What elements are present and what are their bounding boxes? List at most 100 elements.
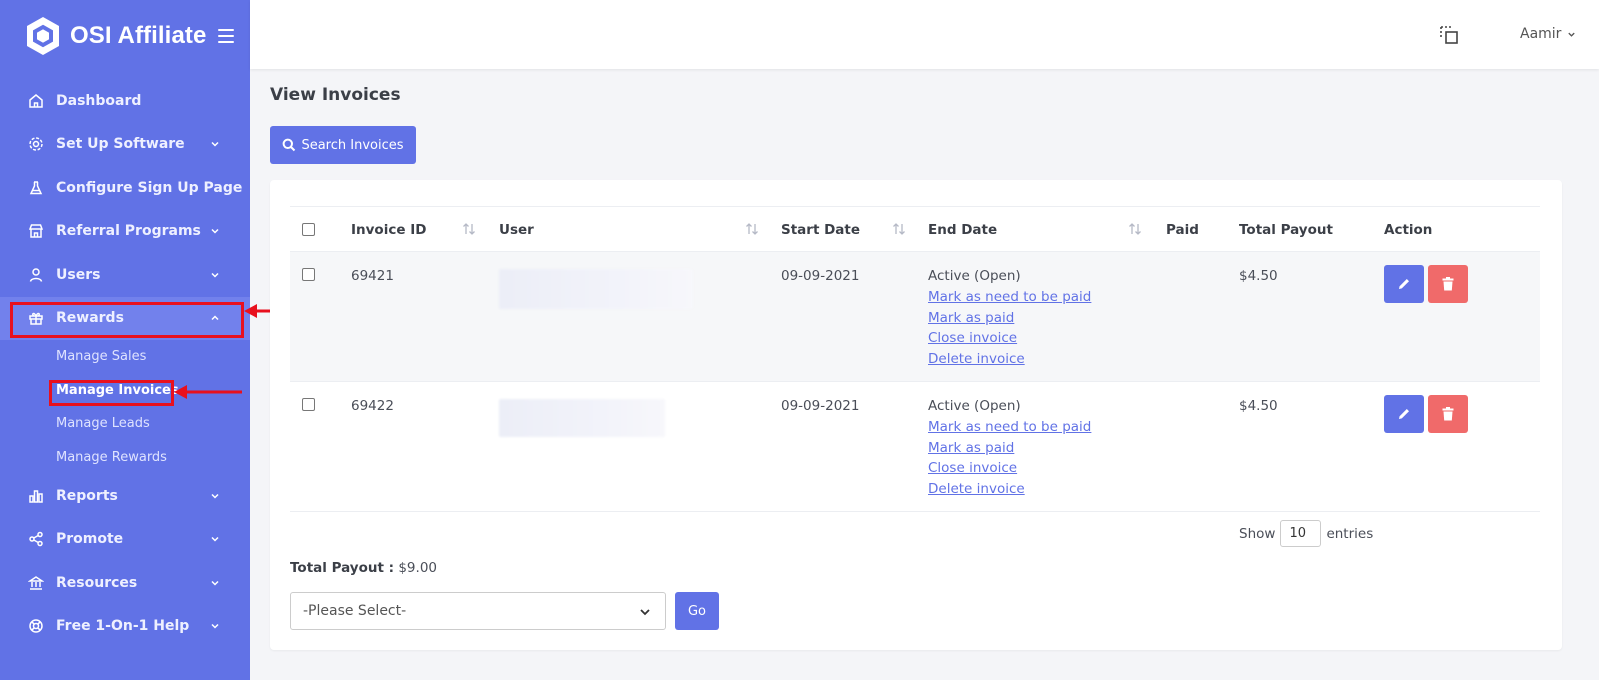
bulk-action-select[interactable]: -Please Select- — [290, 592, 666, 630]
bar-chart-icon — [27, 487, 45, 505]
invoices-card: Invoice ID User Start Date End Date Paid… — [270, 180, 1562, 650]
sidebar-item-resources[interactable]: Resources — [0, 561, 250, 605]
sidebar-item-users[interactable]: Users — [0, 253, 250, 297]
sidebar-subitem-manage-invoices[interactable]: Manage Invoices — [0, 374, 250, 408]
bank-icon — [27, 574, 45, 592]
gift-icon — [27, 309, 45, 327]
home-icon — [27, 92, 45, 110]
chevron-down-icon — [211, 537, 219, 542]
sidebar-item-referral-programs[interactable]: Referral Programs — [0, 210, 250, 254]
search-invoices-label: Search Invoices — [301, 137, 404, 153]
sidebar-subitem-label: Manage Invoices — [56, 382, 179, 398]
sidebar-item-reports[interactable]: Reports — [0, 474, 250, 518]
user-name: Aamir — [1520, 26, 1562, 42]
table-row: 69421 09-09-2021 Active (Open) Mark as n… — [290, 252, 1540, 382]
sidebar-item-label: Free 1-On-1 Help — [56, 618, 190, 635]
sidebar-item-dashboard[interactable]: Dashboard — [0, 79, 250, 123]
total-payout-label: Total Payout : — [290, 560, 395, 576]
table-row: 69422 09-09-2021 Active (Open) Mark as n… — [290, 382, 1540, 512]
chevron-down-icon — [640, 609, 650, 616]
mark-need-paid-link[interactable]: Mark as need to be paid — [928, 287, 1091, 308]
delete-button[interactable] — [1428, 265, 1468, 303]
sidebar-item-free-help[interactable]: Free 1-On-1 Help — [0, 605, 250, 649]
menu-toggle-icon[interactable] — [218, 29, 235, 43]
sidebar: OSI Affiliate Dashboard Set Up Software … — [0, 0, 250, 680]
sidebar-nav: Dashboard Set Up Software Configure Sign… — [0, 79, 250, 648]
sidebar-subitem-manage-rewards[interactable]: Manage Rewards — [0, 441, 250, 475]
user-redacted — [499, 399, 665, 437]
entries-count-input[interactable] — [1280, 520, 1322, 547]
close-invoice-link[interactable]: Close invoice — [928, 328, 1091, 349]
chevron-down-icon — [211, 142, 219, 147]
chevron-down-icon — [1568, 32, 1576, 37]
user-icon — [27, 266, 45, 284]
chevron-up-icon — [211, 315, 219, 321]
sidebar-subitem-manage-leads[interactable]: Manage Leads — [0, 407, 250, 441]
th-start-date[interactable]: Start Date — [781, 222, 860, 238]
page-title: View Invoices — [270, 85, 401, 105]
sidebar-item-label: Rewards — [56, 310, 124, 327]
sidebar-subitem-manage-sales[interactable]: Manage Sales — [0, 340, 250, 374]
select-all-checkbox[interactable] — [302, 223, 315, 236]
sidebar-item-label: Resources — [56, 574, 138, 591]
invoice-id: 69421 — [351, 268, 394, 284]
mark-need-paid-link[interactable]: Mark as need to be paid — [928, 417, 1091, 438]
sidebar-subitem-label: Manage Rewards — [56, 449, 167, 465]
total-payout-summary: Total Payout : $9.00 — [290, 560, 437, 576]
sort-icon[interactable] — [462, 222, 476, 236]
end-date-cell: Active (Open) Mark as need to be paid Ma… — [928, 266, 1091, 370]
show-label: Show — [1239, 525, 1276, 542]
sidebar-item-label: Set Up Software — [56, 136, 185, 153]
th-invoice-id[interactable]: Invoice ID — [351, 222, 426, 238]
close-invoice-link[interactable]: Close invoice — [928, 458, 1091, 479]
user-menu[interactable]: Aamir — [1520, 26, 1576, 42]
sidebar-item-promote[interactable]: Promote — [0, 518, 250, 562]
row-checkbox[interactable] — [302, 268, 315, 281]
sidebar-item-label: Reports — [56, 487, 118, 504]
hexagon-logo-icon — [24, 15, 62, 57]
sidebar-item-setup-software[interactable]: Set Up Software — [0, 123, 250, 167]
sort-icon[interactable] — [892, 222, 906, 236]
sort-icon[interactable] — [1128, 222, 1142, 236]
mark-paid-link[interactable]: Mark as paid — [928, 308, 1091, 329]
chevron-down-icon — [211, 493, 219, 499]
sidebar-subitem-label: Manage Sales — [56, 349, 147, 365]
entries-label: entries — [1326, 525, 1374, 542]
invoice-status: Active (Open) — [928, 268, 1021, 284]
sort-icon[interactable] — [745, 222, 759, 236]
delete-button[interactable] — [1428, 395, 1468, 433]
delete-invoice-link[interactable]: Delete invoice — [928, 479, 1091, 500]
th-end-date[interactable]: End Date — [928, 222, 997, 238]
fullscreen-icon[interactable] — [1438, 24, 1460, 46]
store-icon — [27, 222, 45, 240]
sidebar-item-label: Configure Sign Up Page — [56, 179, 243, 196]
brand-name: OSI Affiliate — [70, 22, 207, 49]
row-checkbox[interactable] — [302, 398, 315, 411]
gear-icon — [27, 135, 45, 153]
user-redacted — [499, 269, 693, 309]
search-invoices-button[interactable]: Search Invoices — [270, 126, 416, 164]
sidebar-item-label: Promote — [56, 531, 124, 548]
total-payout: $4.50 — [1239, 268, 1278, 284]
delete-invoice-link[interactable]: Delete invoice — [928, 349, 1091, 370]
brand[interactable]: OSI Affiliate — [24, 14, 235, 58]
chevron-down-icon — [211, 229, 219, 234]
sidebar-item-rewards[interactable]: Rewards — [0, 296, 250, 340]
th-total-payout: Total Payout — [1239, 222, 1333, 238]
total-payout: $4.50 — [1239, 398, 1278, 414]
rewards-submenu: Manage Sales Manage Invoices Manage Lead… — [0, 340, 250, 474]
sidebar-item-configure-signup[interactable]: Configure Sign Up Page — [0, 166, 250, 210]
table-header: Invoice ID User Start Date End Date Paid… — [290, 206, 1540, 252]
sidebar-subitem-label: Manage Leads — [56, 416, 150, 432]
trash-icon — [1442, 277, 1454, 291]
invoice-status: Active (Open) — [928, 398, 1021, 414]
go-button[interactable]: Go — [675, 592, 719, 630]
edit-button[interactable] — [1384, 395, 1424, 433]
edit-button[interactable] — [1384, 265, 1424, 303]
pencil-icon — [1399, 279, 1409, 289]
mark-paid-link[interactable]: Mark as paid — [928, 438, 1091, 459]
th-user[interactable]: User — [499, 222, 534, 238]
invoices-table: Invoice ID User Start Date End Date Paid… — [290, 206, 1540, 512]
chevron-down-icon — [211, 272, 219, 278]
flask-icon — [27, 179, 45, 197]
